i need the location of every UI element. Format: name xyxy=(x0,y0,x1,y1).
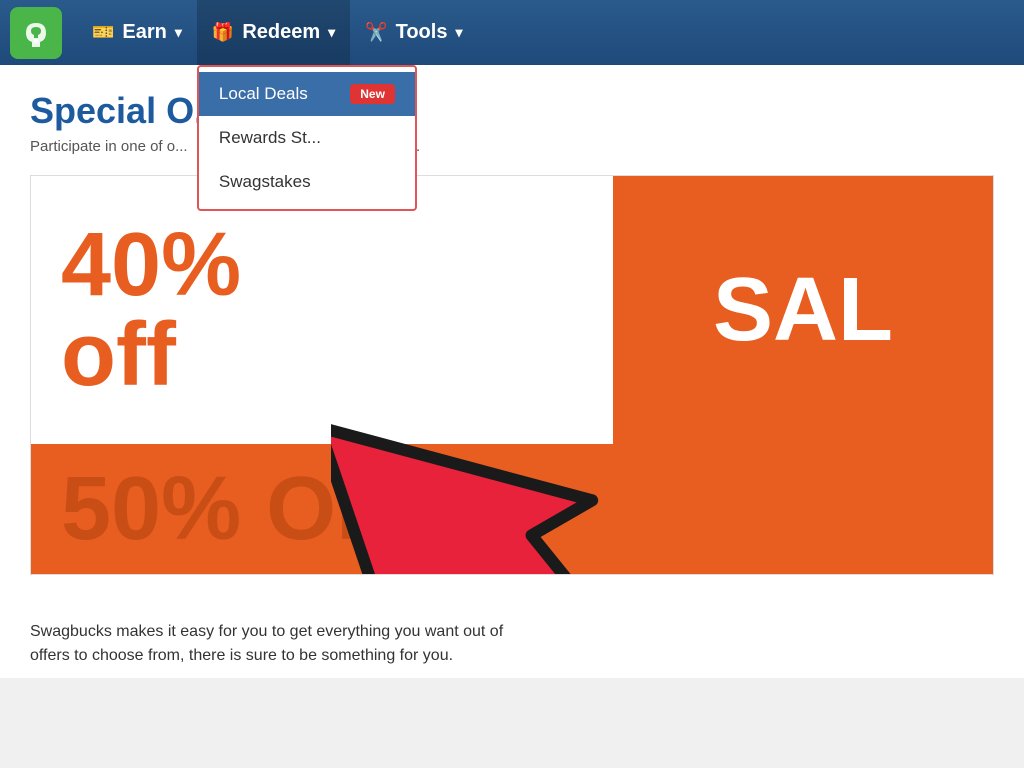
earn-label: Earn xyxy=(122,21,166,44)
nav-redeem[interactable]: 🎁 Redeem ▾ xyxy=(197,0,350,65)
bottom-paragraph-2: offers to choose from, there is sure to … xyxy=(30,644,994,668)
sale-sal-text: SAL xyxy=(713,265,893,355)
page-content: Special O... Participate in one of o... … xyxy=(0,65,1024,600)
nav-tools[interactable]: ✂️ Tools ▾ xyxy=(350,0,477,65)
sale-bottom: 50% OFF xyxy=(31,444,993,574)
tools-arrow-icon: ▾ xyxy=(455,24,462,41)
sale-left: 40% off xyxy=(31,176,613,444)
dropdown-item-rewards-store[interactable]: Rewards St... xyxy=(199,116,415,160)
tools-label: Tools xyxy=(396,21,448,44)
sale-40-off: 40% xyxy=(61,220,583,310)
redeem-label: Redeem xyxy=(242,21,320,44)
sale-content: 40% off SAL 50% OFF xyxy=(31,176,993,574)
tools-icon: ✂️ xyxy=(365,22,387,43)
navbar: 🎫 Earn ▾ 🎁 Redeem ▾ Local Deals New Rewa… xyxy=(0,0,1024,65)
redeem-arrow-icon: ▾ xyxy=(328,24,335,41)
bottom-paragraph-1: Swagbucks makes it easy for you to get e… xyxy=(30,620,994,644)
earn-arrow-icon: ▾ xyxy=(175,24,182,41)
redeem-dropdown-menu: Local Deals New Rewards St... Swagstakes xyxy=(197,65,417,211)
sale-right: SAL xyxy=(613,176,993,444)
swagstakes-label: Swagstakes xyxy=(219,172,311,192)
new-badge: New xyxy=(350,84,395,104)
rewards-store-label: Rewards St... xyxy=(219,128,321,148)
bottom-text: Swagbucks makes it easy for you to get e… xyxy=(0,600,1024,678)
page-subtitle: Participate in one of o... ...nteed Swag… xyxy=(30,138,994,155)
page-title: Special O... xyxy=(30,90,994,132)
redeem-icon: 🎁 xyxy=(212,22,234,43)
logo[interactable] xyxy=(10,7,62,59)
sale-image: 40% off SAL 50% OFF xyxy=(30,175,994,575)
earn-icon: 🎫 xyxy=(92,22,114,43)
sale-50-off: 50% OFF xyxy=(61,464,446,554)
local-deals-label: Local Deals xyxy=(219,84,308,104)
dropdown-item-swagstakes[interactable]: Swagstakes xyxy=(199,160,415,204)
redeem-dropdown-container: 🎁 Redeem ▾ Local Deals New Rewards St...… xyxy=(197,0,350,65)
nav-earn[interactable]: 🎫 Earn ▾ xyxy=(77,0,197,65)
sale-off-text: off xyxy=(61,310,583,400)
dropdown-item-local-deals[interactable]: Local Deals New xyxy=(199,72,415,116)
sale-top: 40% off SAL xyxy=(31,176,993,444)
